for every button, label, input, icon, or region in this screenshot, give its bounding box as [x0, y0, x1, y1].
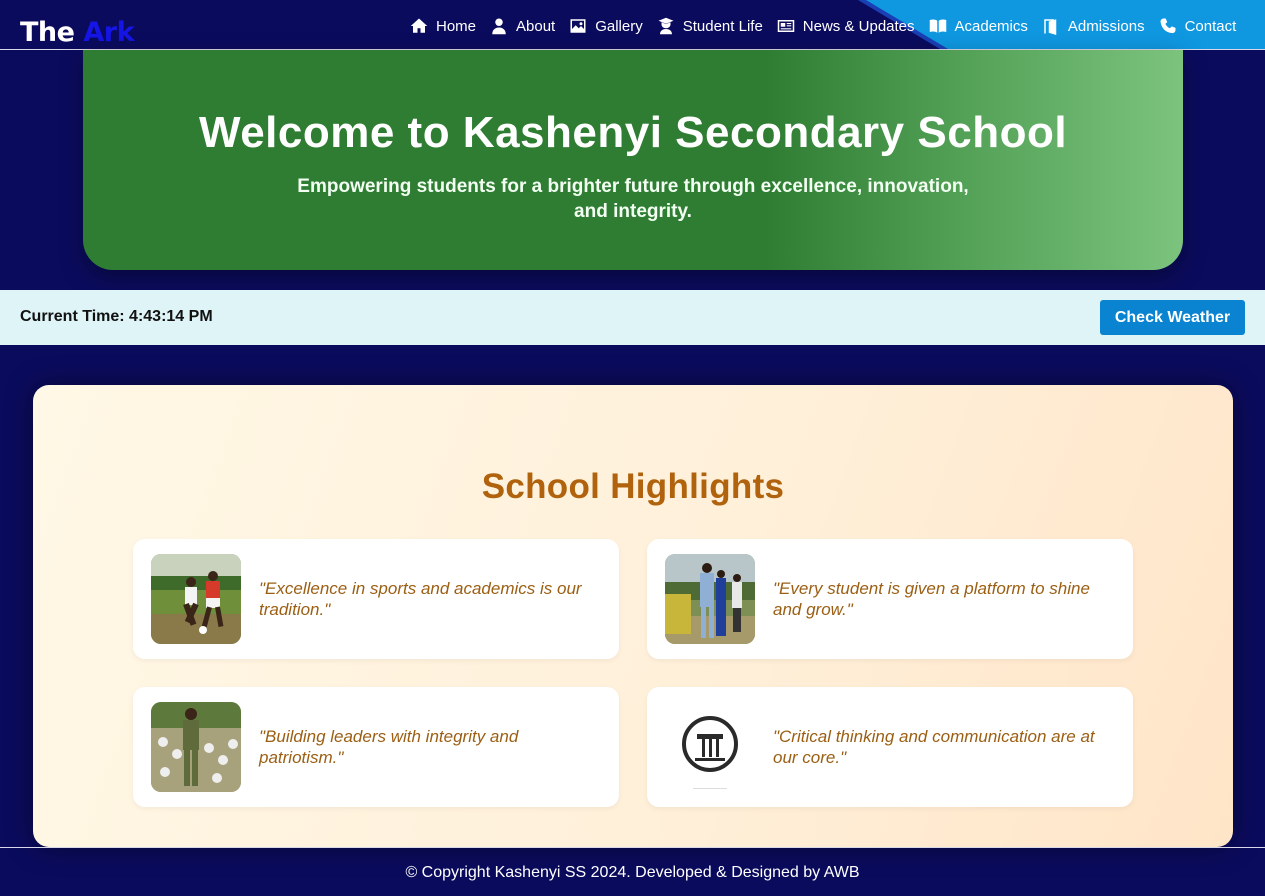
- school-emblem: [665, 702, 755, 792]
- highlight-quote: "Building leaders with integrity and pat…: [259, 727, 519, 767]
- nav-label: About: [516, 17, 556, 35]
- logo-text-main: The: [20, 17, 75, 48]
- hero-subtitle: Empowering students for a brighter futur…: [297, 176, 969, 222]
- nav-item-about[interactable]: About: [490, 17, 555, 35]
- football-photo: [151, 554, 241, 644]
- phone-icon: [1160, 18, 1176, 34]
- navbar: The Ark Home About Gallery Student Life: [0, 0, 1265, 50]
- newspaper-icon: [777, 20, 795, 32]
- nav-item-gallery[interactable]: Gallery: [569, 17, 643, 35]
- nav-label: Gallery: [595, 17, 643, 35]
- highlight-quote: "Critical thinking and communication are…: [773, 727, 1095, 767]
- highlight-quote: "Every student is given a platform to sh…: [773, 579, 1090, 619]
- image-icon: [570, 19, 586, 33]
- nav-label: Academics: [954, 17, 1028, 35]
- nav-label: Home: [436, 17, 477, 35]
- highlights-heading: School Highlights: [481, 467, 785, 506]
- user-icon: [492, 18, 506, 35]
- highlight-card: "Critical thinking and communication are…: [647, 687, 1133, 807]
- highlight-card: "Building leaders with integrity and pat…: [133, 687, 619, 807]
- door-icon: [1044, 19, 1057, 35]
- cadet-parade-photo: [151, 702, 241, 792]
- nav-label: Admissions: [1067, 17, 1145, 35]
- check-weather-button[interactable]: Check Weather: [1100, 300, 1245, 335]
- nav-item-home[interactable]: Home: [410, 17, 476, 35]
- school-highlights-section: School Highlights "Excellence in sports …: [33, 385, 1233, 847]
- hero-banner: Welcome to Kashenyi Secondary School Emp…: [83, 50, 1183, 270]
- nav-item-academics[interactable]: Academics: [929, 17, 1028, 35]
- students-walking-photo: [665, 554, 755, 644]
- logo-text-accent: Ark: [83, 17, 135, 48]
- current-time-display: Current Time: 4:43:14 PM: [20, 308, 213, 325]
- nav-label: Contact: [1184, 17, 1237, 35]
- site-logo[interactable]: The Ark: [20, 16, 135, 50]
- time-bar: Current Time: 4:43:14 PM Check Weather: [0, 290, 1265, 345]
- page: The Ark Home About Gallery Student Life: [0, 0, 1265, 896]
- book-icon: [929, 19, 946, 33]
- highlight-card: "Every student is given a platform to sh…: [647, 539, 1133, 659]
- nav-label: News & Updates: [802, 17, 915, 35]
- nav-item-admissions[interactable]: Admissions: [1042, 17, 1145, 35]
- footer: © Copyright Kashenyi SS 2024. Developed …: [0, 847, 1265, 896]
- main-nav: Home About Gallery Student Life News & U…: [410, 14, 1236, 38]
- home-icon: [410, 18, 428, 33]
- nav-item-student-life[interactable]: Student Life: [657, 17, 763, 35]
- nav-item-contact[interactable]: Contact: [1159, 17, 1237, 35]
- nav-label: Student Life: [682, 17, 763, 35]
- graduate-icon: [658, 17, 674, 35]
- highlight-card: "Excellence in sports and academics is o…: [133, 539, 619, 659]
- hero-title: Welcome to Kashenyi Secondary School: [198, 108, 1068, 157]
- nav-item-news[interactable]: News & Updates: [777, 17, 915, 35]
- highlight-quote: "Excellence in sports and academics is o…: [259, 579, 582, 619]
- footer-copyright: © Copyright Kashenyi SS 2024. Developed …: [405, 864, 860, 881]
